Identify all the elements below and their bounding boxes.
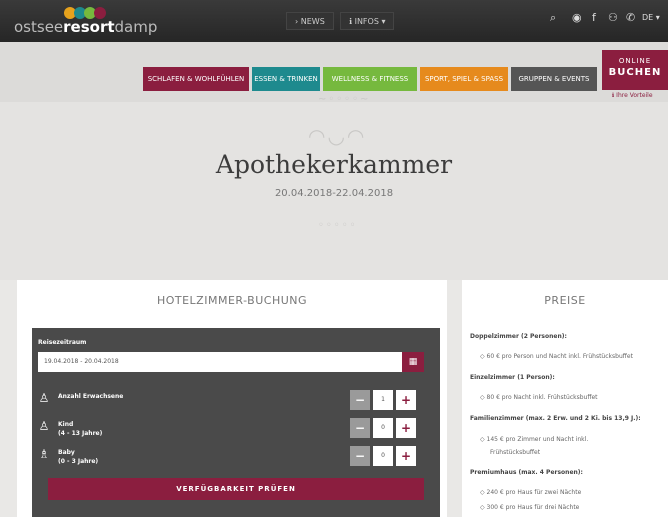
period-label: Reisezeitraum [38, 339, 87, 346]
online-label: ONLINE [618, 57, 652, 65]
check-availability-button[interactable]: VERFÜGBARKEIT PRÜFEN [48, 478, 424, 500]
user-icon[interactable]: ⚇ [608, 11, 618, 24]
baby-count[interactable]: 0 [373, 446, 393, 466]
price-single-heading: Einzelzimmer (1 Person): [470, 374, 555, 381]
menu-schlafen[interactable]: SCHLAFEN & WOHLFÜHLEN [143, 67, 249, 91]
event-title: Apothekerkammer [215, 150, 453, 179]
facebook-icon[interactable]: f [592, 11, 596, 24]
period-input[interactable]: 19.04.2018 - 20.04.2018 [38, 352, 402, 372]
child-label: Kind (4 - 13 Jahre) [58, 421, 103, 437]
price-premium-item-2: ◇ 300 € pro Haus für drei Nächte [480, 504, 580, 511]
adults-count[interactable]: 1 [373, 390, 393, 410]
top-bar: ostseeresortdamp › NEWS ℹ INFOS ▾ ⌕ ◉ f … [0, 0, 668, 42]
ornament-top: ~◦◦◦◦~ [318, 94, 371, 105]
child-count[interactable]: 0 [373, 418, 393, 438]
booking-card: HOTELZIMMER-BUCHUNG Reisezeitraum 19.04.… [17, 280, 447, 517]
booking-title: HOTELZIMMER-BUCHUNG [156, 294, 308, 307]
price-double-item: ◇ 60 € pro Person und Nacht inkl. Frühst… [480, 353, 633, 360]
child-plus-button[interactable]: + [396, 418, 416, 438]
news-link[interactable]: › NEWS [286, 12, 334, 30]
menu-sport[interactable]: SPORT, SPIEL & SPASS [420, 67, 508, 91]
booking-panel: Reisezeitraum 19.04.2018 - 20.04.2018 ▦ … [32, 328, 440, 517]
baby-icon: ♗ [38, 447, 50, 461]
ornament-crown: ◠◡◠ [308, 124, 367, 148]
price-family-item: ◇ 145 € pro Zimmer und Nacht inkl. [480, 436, 589, 443]
price-premium-heading: Premiumhaus (max. 4 Personen): [470, 469, 583, 476]
prices-title: PREISE [544, 294, 586, 307]
child-row: ♙ Kind (4 - 13 Jahre) − 0 + [38, 416, 428, 440]
price-double-heading: Doppelzimmer (2 Personen): [470, 333, 567, 340]
tripadvisor-icon[interactable]: ◉ [572, 11, 582, 24]
adults-plus-button[interactable]: + [396, 390, 416, 410]
calendar-icon[interactable]: ▦ [402, 352, 424, 372]
child-minus-button[interactable]: − [350, 418, 370, 438]
event-date: 20.04.2018-22.04.2018 [274, 188, 394, 199]
search-icon[interactable]: ⌕ [550, 11, 556, 25]
menu-essen[interactable]: ESSEN & TRINKEN [252, 67, 320, 91]
price-family-heading: Familienzimmer (max. 2 Erw. und 2 Ki. bi… [470, 415, 641, 422]
price-family-item-cont: Frühstücksbuffet [490, 449, 541, 456]
adults-minus-button[interactable]: − [350, 390, 370, 410]
logo-circles [64, 4, 106, 19]
adults-label: Anzahl Erwachsene [58, 393, 124, 400]
menu-gruppen[interactable]: GRUPPEN & EVENTS [511, 67, 597, 91]
online-booking-button[interactable]: ONLINE BUCHEN [602, 50, 668, 90]
baby-label: Baby (0 - 3 Jahre) [58, 449, 99, 465]
ornament-bottom: ◦◦◦◦◦ [318, 220, 358, 231]
price-premium-item-1: ◇ 240 € pro Haus für zwei Nächte [480, 489, 582, 496]
prices-card: PREISE Doppelzimmer (2 Personen): ◇ 60 €… [462, 280, 668, 517]
baby-row: ♗ Baby (0 - 3 Jahre) − 0 + [38, 444, 428, 468]
price-single-item: ◇ 80 € pro Nacht inkl. Frühstücksbuffet [480, 394, 598, 401]
logo[interactable]: ostseeresortdamp [14, 4, 157, 38]
baby-plus-button[interactable]: + [396, 446, 416, 466]
logo-text: ostseeresortdamp [14, 18, 158, 36]
perks-link[interactable]: ℹ Ihre Vorteile [612, 92, 653, 99]
adult-icon: ♙ [38, 391, 50, 405]
menu-wellness[interactable]: WELLNESS & FITNESS [323, 67, 417, 91]
infos-dropdown[interactable]: ℹ INFOS ▾ [340, 12, 395, 30]
buchen-label: BUCHEN [608, 67, 662, 78]
adults-row: ♙ Anzahl Erwachsene − 1 + [38, 388, 428, 412]
child-icon: ♙ [38, 419, 50, 433]
language-select[interactable]: DE ▾ [642, 13, 660, 22]
main-menu: SCHLAFEN & WOHLFÜHLEN ESSEN & TRINKEN WE… [0, 42, 668, 102]
baby-minus-button[interactable]: − [350, 446, 370, 466]
phone-icon[interactable]: ✆ [626, 11, 635, 24]
